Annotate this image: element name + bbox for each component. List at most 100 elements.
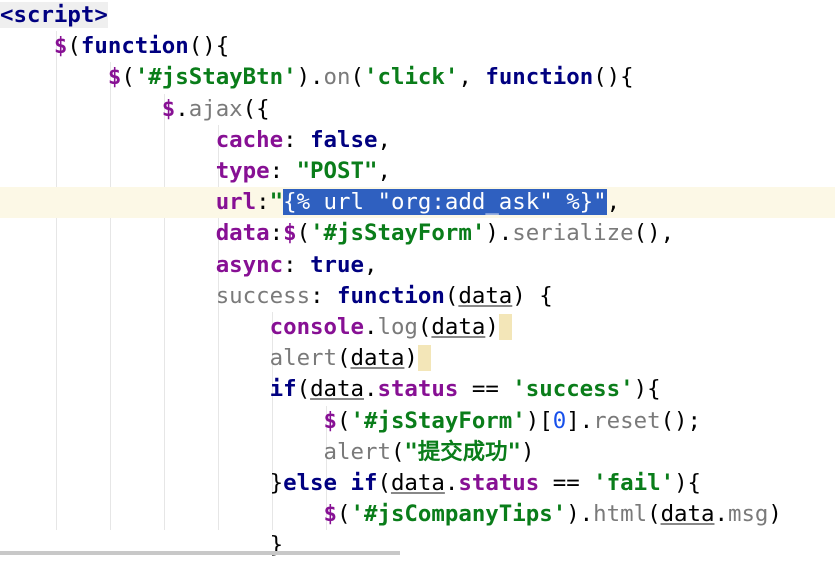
code-token: , bbox=[458, 64, 486, 91]
code-line[interactable]: $('#jsStayBtn').on('click', function(){ bbox=[0, 62, 835, 93]
code-token: '#jsStayForm' bbox=[350, 407, 526, 434]
code-token: ( bbox=[390, 438, 405, 465]
code-token: )[ bbox=[525, 407, 553, 434]
code-line[interactable]: }else if(data.status == 'fail'){ bbox=[0, 468, 835, 499]
code-token: cache bbox=[215, 126, 284, 153]
code-token: ajax bbox=[188, 95, 243, 122]
code-token: on bbox=[323, 64, 351, 91]
code-token: alert bbox=[323, 438, 391, 465]
code-token: (){ bbox=[593, 64, 634, 91]
code-token: ){ bbox=[633, 376, 661, 403]
code-token: false bbox=[310, 126, 378, 153]
code-line[interactable]: async: true, bbox=[0, 250, 835, 281]
code-token: html bbox=[593, 501, 648, 528]
code-token: : bbox=[256, 189, 270, 216]
code-token: == bbox=[458, 376, 513, 403]
code-token: <script> bbox=[0, 2, 108, 28]
code-token: type bbox=[215, 158, 270, 184]
code-token: ( bbox=[296, 220, 311, 247]
code-token: else bbox=[283, 470, 338, 496]
code-token: msg bbox=[727, 501, 769, 528]
code-token: ( bbox=[444, 282, 459, 309]
code-editor[interactable]: <script> $(function(){ $('#jsStayBtn').o… bbox=[0, 0, 835, 558]
code-line[interactable]: $(function(){ bbox=[0, 31, 835, 62]
code-token: ( bbox=[337, 345, 351, 372]
code-token: ( bbox=[647, 501, 661, 528]
code-token: 'click' bbox=[364, 64, 459, 91]
code-token bbox=[417, 345, 432, 372]
code-token: ) bbox=[768, 501, 782, 528]
code-token: '#jsStayBtn' bbox=[134, 64, 297, 91]
code-line[interactable]: alert(data) bbox=[0, 343, 835, 374]
code-token: , bbox=[377, 158, 391, 184]
code-token: console bbox=[269, 314, 364, 340]
code-token: : bbox=[310, 282, 338, 309]
code-token bbox=[498, 314, 513, 340]
code-token: 0 bbox=[552, 407, 567, 434]
code-token: data bbox=[390, 470, 445, 496]
code-token: ( bbox=[350, 64, 364, 91]
code-line[interactable]: success: function(data) { bbox=[0, 281, 835, 312]
code-token: alert bbox=[269, 345, 338, 372]
code-token: data bbox=[215, 220, 270, 247]
code-token: , bbox=[377, 126, 391, 153]
code-line[interactable]: $('#jsCompanyTips').html(data.msg) bbox=[0, 499, 835, 530]
code-token: ) bbox=[485, 314, 499, 340]
code-token: ) { bbox=[512, 282, 553, 309]
code-token: async bbox=[215, 251, 284, 278]
code-line[interactable]: $('#jsStayForm')[0].reset(); bbox=[0, 406, 835, 437]
code-token: '#jsStayForm' bbox=[310, 220, 486, 247]
code-token: data bbox=[310, 376, 364, 403]
code-token: ) bbox=[404, 345, 418, 372]
code-token: $ bbox=[53, 33, 68, 60]
code-token: ({ bbox=[242, 95, 270, 122]
code-line[interactable]: $.ajax({ bbox=[0, 94, 835, 125]
code-line[interactable]: } bbox=[0, 530, 835, 561]
code-token: $ bbox=[323, 407, 338, 434]
code-token: '#jsCompanyTips' bbox=[350, 501, 567, 528]
code-token: 'success' bbox=[512, 376, 634, 403]
horizontal-scrollbar[interactable] bbox=[0, 551, 400, 555]
code-token: data bbox=[350, 345, 405, 372]
code-token: ( bbox=[337, 501, 351, 528]
code-line[interactable]: alert("提交成功") bbox=[0, 437, 835, 468]
code-token: if bbox=[350, 470, 378, 496]
code-token: . bbox=[363, 314, 378, 340]
code-token: ( bbox=[67, 33, 81, 60]
code-line[interactable]: if(data.status == 'success'){ bbox=[0, 374, 835, 405]
code-token: == bbox=[539, 470, 594, 496]
code-token: "提交成功" bbox=[404, 438, 521, 465]
code-token: . bbox=[714, 501, 728, 528]
code-token: data bbox=[431, 314, 486, 340]
code-token: $ bbox=[161, 95, 176, 122]
code-line[interactable]: type: "POST", bbox=[0, 156, 835, 187]
code-token: (); bbox=[660, 407, 702, 434]
code-line[interactable]: url:"{% url "org:add_ask" %}", bbox=[0, 187, 835, 219]
code-token: ( bbox=[121, 64, 135, 91]
code-token: $ bbox=[323, 501, 338, 528]
code-token: ( bbox=[377, 470, 391, 496]
code-line[interactable]: data:$('#jsStayForm').serialize(), bbox=[0, 218, 835, 249]
code-line[interactable]: <script> bbox=[0, 0, 835, 31]
code-token: log bbox=[377, 314, 418, 340]
code-token: ( bbox=[337, 407, 351, 434]
code-token: ){ bbox=[674, 470, 702, 496]
code-line[interactable]: cache: false, bbox=[0, 125, 835, 156]
code-line[interactable]: console.log(data) bbox=[0, 312, 835, 343]
code-token: if bbox=[269, 376, 297, 403]
